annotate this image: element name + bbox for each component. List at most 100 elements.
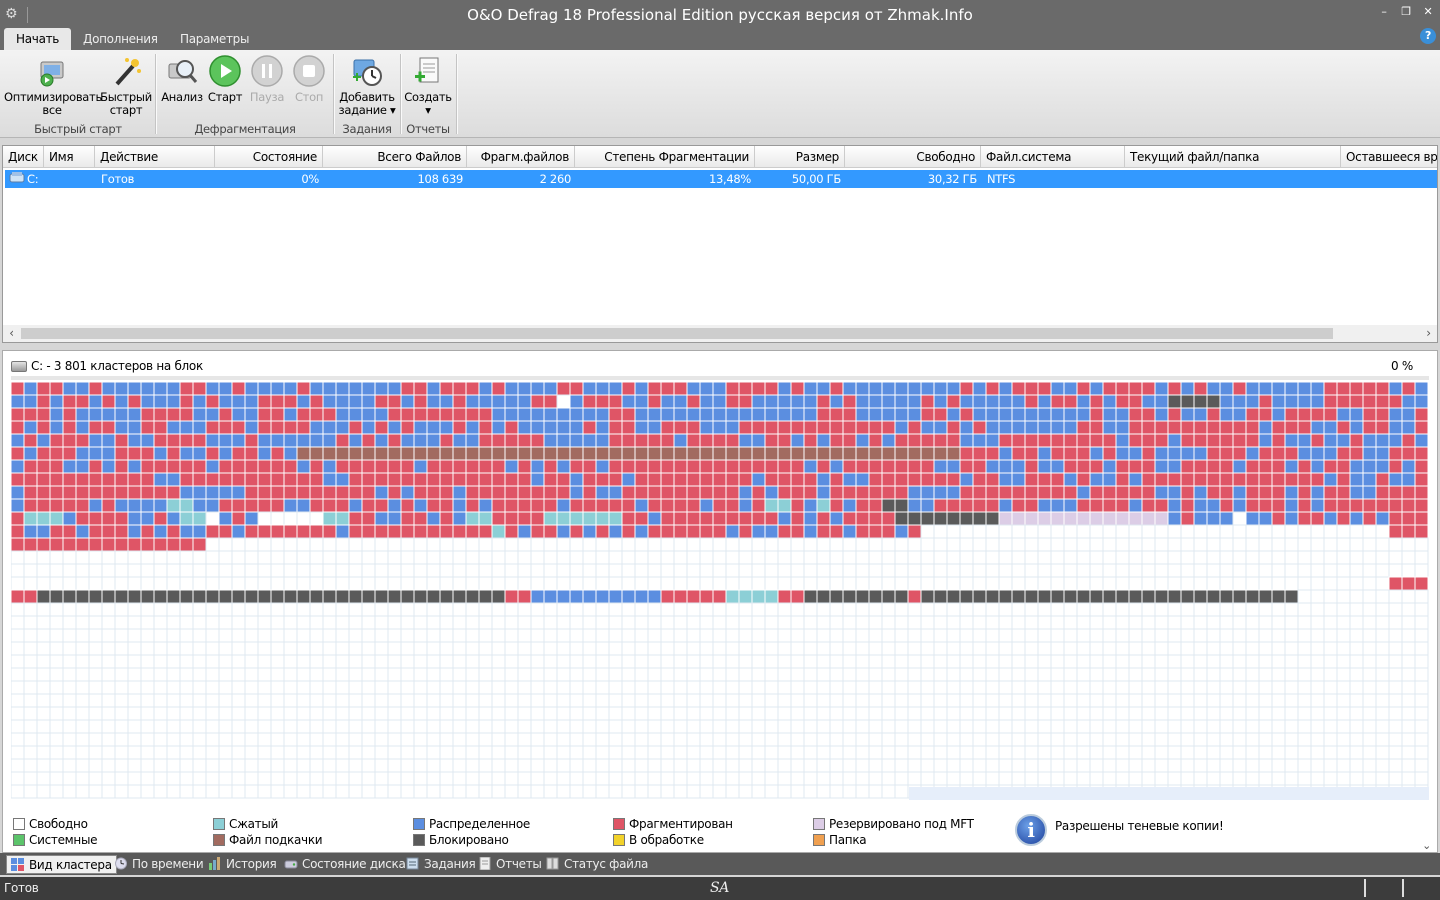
group-separator [400, 54, 401, 134]
column-disk[interactable]: Диск [3, 146, 44, 168]
drive-status-icon [284, 857, 298, 870]
legend-pagefile: Файл подкачки [213, 833, 323, 847]
group-separator [456, 54, 457, 134]
tab-tasks[interactable]: Задания [402, 855, 479, 874]
group-reports-label: Отчеты [406, 122, 450, 136]
stop-icon [292, 54, 326, 88]
drive-icon [11, 361, 27, 372]
cell-name [49, 170, 95, 188]
scroll-left-icon[interactable]: ‹ [3, 325, 20, 342]
drive-icon [9, 170, 25, 188]
cluster-view-percent: 0 % [1391, 359, 1413, 373]
scroll-right-icon[interactable]: › [1420, 325, 1437, 342]
magnifier-icon [165, 54, 199, 88]
column-frag-degree[interactable]: Степень Фрагментации [575, 146, 755, 168]
start-button[interactable]: Старт [205, 54, 245, 104]
status-text: Готов [4, 881, 39, 895]
cell-size: 50,00 ГБ [791, 172, 841, 186]
quick-start-label-2: старт [109, 103, 143, 117]
cluster-view-panel: C: - 3 801 кластеров на блок 0 % Свободн… [2, 350, 1438, 853]
tab-file-status[interactable]: Статус файла [542, 855, 652, 874]
cell-filesystem: NTFS [987, 172, 1016, 186]
legend-swatch [413, 818, 425, 830]
clock-add-icon [350, 54, 384, 88]
clock-icon [114, 857, 128, 870]
add-task-label-2: задание ▾ [338, 103, 396, 117]
tab-disk-status[interactable]: Состояние диска [280, 855, 410, 874]
legend-swatch [213, 834, 225, 846]
status-mark: SA [710, 880, 730, 896]
optimize-all-icon [35, 54, 69, 88]
optimize-all-label-2: все [42, 103, 62, 117]
analysis-label: Анализ [161, 90, 203, 104]
legend-swatch [813, 818, 825, 830]
analysis-button[interactable]: Анализ [160, 54, 204, 104]
grid-icon [11, 858, 25, 871]
column-action[interactable]: Действие [95, 146, 215, 168]
window-title: O&O Defrag 18 Professional Edition русск… [467, 6, 973, 24]
report-add-icon [411, 54, 445, 88]
legend-swatch [613, 834, 625, 846]
legend-free: Свободно [13, 817, 88, 831]
tab-settings[interactable]: Параметры [168, 28, 261, 50]
column-remaining-time[interactable]: Оставшееся время [1341, 146, 1437, 168]
tab-history-label: История [226, 857, 277, 871]
column-name[interactable]: Имя [44, 146, 95, 168]
legend-locked-label: Блокировано [429, 833, 509, 847]
report-icon [478, 856, 492, 871]
cluster-progress-strip [11, 376, 1429, 387]
column-filesystem[interactable]: Файл.система [981, 146, 1125, 168]
pause-button[interactable]: Пауза [247, 54, 287, 104]
tab-reports[interactable]: Отчеты [474, 855, 546, 874]
column-total-files[interactable]: Всего Файлов [323, 146, 467, 168]
pause-icon [250, 54, 284, 88]
legend-swatch [813, 834, 825, 846]
optimize-all-button[interactable]: Оптимизировать все [4, 54, 102, 117]
legend-mft-reserved-label: Резервировано под MFT [829, 817, 974, 831]
tab-history[interactable]: История [204, 855, 280, 874]
cluster-view-header: C: - 3 801 кластеров на блок [11, 359, 203, 373]
tab-extras[interactable]: Дополнения [71, 28, 170, 50]
cell-state: 0% [301, 172, 319, 186]
horizontal-scrollbar[interactable]: ‹ › [3, 325, 1437, 342]
column-frag-files[interactable]: Фрагм.файлов [467, 146, 575, 168]
add-task-button[interactable]: Добавить задание ▾ [338, 54, 396, 117]
legend-mft-reserved: Резервировано под MFT [813, 817, 974, 831]
column-size[interactable]: Размер [755, 146, 845, 168]
close-button[interactable]: ✕ [1418, 4, 1438, 20]
group-quick-start-label: Быстрый старт [34, 122, 122, 136]
legend-folder-label: Папка [829, 833, 867, 847]
legend-free-label: Свободно [29, 817, 88, 831]
status-bar: Готов SA [0, 877, 1440, 900]
restore-button[interactable]: ❐ [1396, 4, 1416, 20]
tab-reports-label: Отчеты [496, 857, 542, 871]
group-tasks-label: Задания [342, 122, 392, 136]
cell-total-files: 108 639 [417, 172, 464, 186]
column-current-file[interactable]: Текущий файл/папка [1125, 146, 1341, 168]
scrollbar-thumb[interactable] [21, 328, 1333, 339]
create-report-button[interactable]: Создать ▾ [404, 54, 452, 117]
column-free[interactable]: Свободно [845, 146, 981, 168]
tab-start[interactable]: Начать [4, 28, 72, 50]
legend-fragmented: Фрагментирован [613, 817, 733, 831]
tab-by-time[interactable]: По времени [110, 855, 207, 874]
cluster-map[interactable] [10, 381, 1429, 800]
tab-cluster-view[interactable]: Вид кластера [6, 855, 117, 874]
group-defrag-label: Дефрагментация [194, 122, 296, 136]
stop-button[interactable]: Стоп [289, 54, 329, 104]
scroll-down-icon[interactable]: ⌄ [1422, 839, 1431, 852]
ribbon: Оптимизировать все Быстрый старт Быстрый… [0, 50, 1440, 138]
tab-disk-status-label: Состояние диска [302, 857, 406, 871]
legend-swatch [13, 818, 25, 830]
legend-system: Системные [13, 833, 98, 847]
table-row[interactable]: C: Готов 0% 108 639 2 260 13,48% 50,00 Г… [5, 170, 1437, 188]
column-state[interactable]: Состояние [215, 146, 323, 168]
cell-free: 30,32 ГБ [927, 172, 977, 186]
minimize-button[interactable]: – [1374, 4, 1394, 20]
pause-label: Пауза [249, 90, 285, 104]
quick-start-button[interactable]: Быстрый старт [100, 54, 152, 117]
shadow-copy-info: Разрешены теневые копии! [1055, 819, 1224, 833]
help-icon[interactable]: ? [1420, 28, 1436, 44]
legend-compressed-label: Сжатый [229, 817, 279, 831]
ribbon-tabs: Начать Дополнения Параметры ? [0, 26, 1440, 50]
